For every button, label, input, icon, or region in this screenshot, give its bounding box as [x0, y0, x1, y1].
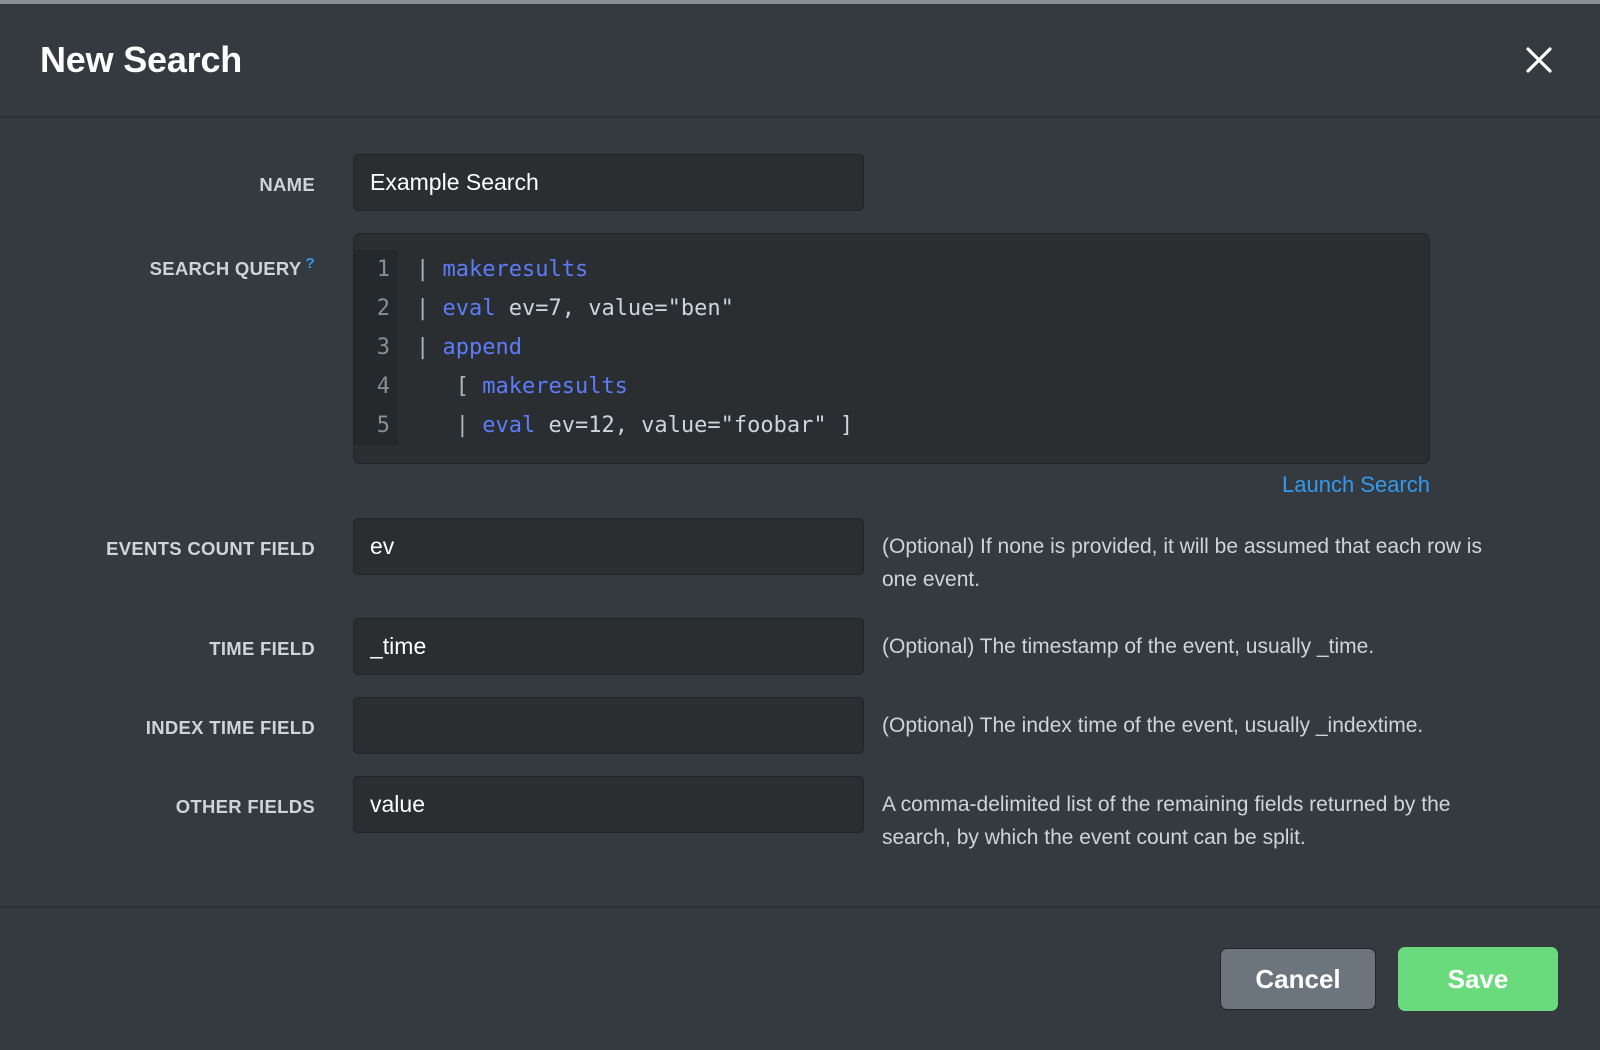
editor-code-area[interactable]: | makeresults | eval ev=7, value="ben" |…: [398, 250, 1429, 445]
name-label: NAME: [259, 174, 315, 195]
code-command-token: eval: [482, 413, 536, 438]
events-count-field-input[interactable]: [353, 518, 864, 575]
code-pipe-token: |: [416, 413, 483, 438]
name-input[interactable]: [353, 154, 864, 211]
other-fields-label: OTHER FIELDS: [175, 796, 315, 817]
code-pipe-token: |: [416, 335, 443, 360]
form-row-events-count-field: EVENTS COUNT FIELD (Optional) If none is…: [0, 518, 1600, 596]
code-pipe-token: |: [416, 296, 443, 321]
code-line: | append: [416, 328, 1429, 367]
search-query-label-text: SEARCH QUERY: [149, 258, 302, 280]
time-field-help: (Optional) The timestamp of the event, u…: [882, 635, 1375, 658]
time-field-label: TIME FIELD: [209, 638, 315, 659]
events-count-field-help: (Optional) If none is provided, it will …: [882, 535, 1482, 591]
code-line: | eval ev=7, value="ben": [416, 289, 1429, 328]
editor-gutter: 1 2 3 4 5: [354, 250, 398, 445]
code-command-token: append: [442, 335, 522, 360]
modal-footer: Cancel Save: [0, 906, 1600, 1050]
line-number: 3: [376, 335, 390, 360]
line-number: 4: [376, 374, 390, 399]
code-pipe-token: [: [416, 374, 483, 399]
code-line: | eval ev=12, value="foobar" ]: [416, 406, 1429, 445]
code-command-token: makeresults: [442, 257, 589, 282]
code-pipe-token: |: [416, 257, 443, 282]
launch-search-link[interactable]: Launch Search: [1282, 472, 1430, 497]
search-query-editor[interactable]: 1 2 3 4 5 | makeresults | eval ev=7, val…: [353, 233, 1430, 464]
launch-search-row: Launch Search: [353, 472, 1430, 498]
code-line: | makeresults: [416, 250, 1429, 289]
form-row-index-time-field: INDEX TIME FIELD (Optional) The index ti…: [0, 697, 1600, 754]
form-row-other-fields: OTHER FIELDS A comma-delimited list of t…: [0, 776, 1600, 854]
index-time-field-label: INDEX TIME FIELD: [145, 717, 315, 738]
other-fields-input[interactable]: [353, 776, 864, 833]
form-row-name: NAME: [0, 154, 1600, 211]
line-number: 1: [376, 257, 390, 282]
code-args-token: ev=7, value="ben": [495, 296, 734, 321]
form-row-time-field: TIME FIELD (Optional) The timestamp of t…: [0, 618, 1600, 675]
code-line: [ makeresults: [416, 367, 1429, 406]
events-count-field-label: EVENTS COUNT FIELD: [106, 538, 315, 559]
modal-header: New Search: [0, 4, 1600, 118]
help-icon[interactable]: ?: [306, 255, 315, 272]
other-fields-help: A comma-delimited list of the remaining …: [882, 793, 1451, 849]
cancel-button[interactable]: Cancel: [1220, 948, 1376, 1010]
page-title: New Search: [40, 39, 243, 80]
line-number: 5: [376, 413, 390, 438]
close-icon[interactable]: [1516, 37, 1562, 83]
index-time-field-input[interactable]: [353, 697, 864, 754]
form-row-search-query: SEARCH QUERY? 1 2 3 4 5 | makeresults | …: [0, 233, 1600, 508]
index-time-field-help: (Optional) The index time of the event, …: [882, 714, 1424, 737]
code-command-token: makeresults: [482, 374, 628, 399]
time-field-input[interactable]: [353, 618, 864, 675]
search-query-label: SEARCH QUERY?: [0, 233, 353, 280]
code-args-token: ev=12, value="foobar" ]: [535, 413, 854, 438]
modal-body: NAME SEARCH QUERY? 1 2 3 4 5 | makeresul…: [0, 118, 1600, 906]
save-button[interactable]: Save: [1398, 947, 1558, 1011]
line-number: 2: [376, 296, 390, 321]
code-command-token: eval: [442, 296, 496, 321]
